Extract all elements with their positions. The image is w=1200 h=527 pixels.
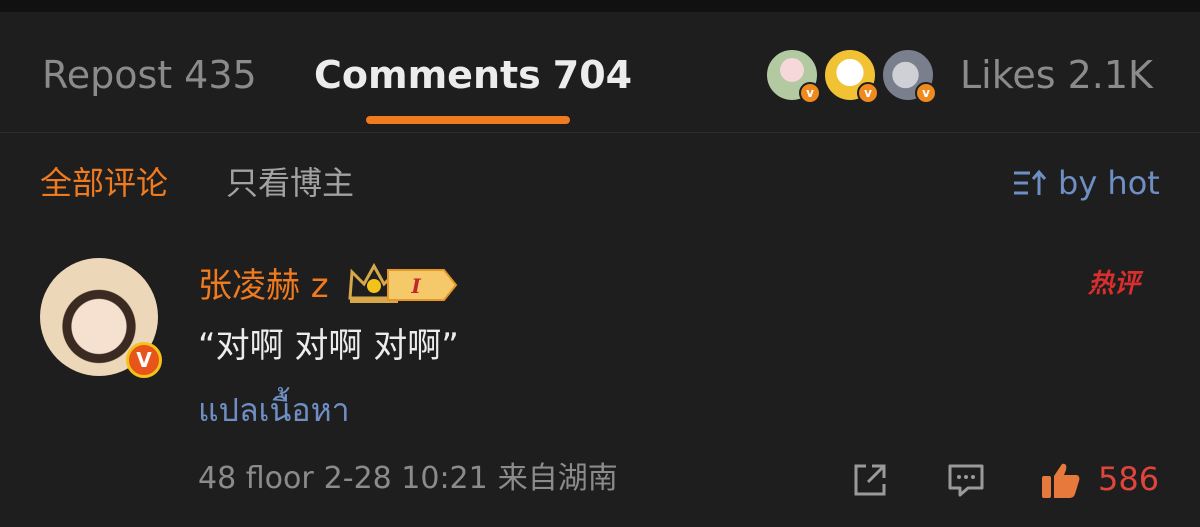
tab-likes[interactable]: Likes 2.1K [960, 52, 1153, 98]
liker-avatar[interactable]: v [823, 48, 879, 104]
tab-repost[interactable]: Repost 435 [42, 52, 257, 98]
comment-text: “对啊 对啊 对啊” [198, 326, 459, 366]
verified-badge: V [126, 342, 162, 378]
tab-likes-label: Likes [960, 53, 1056, 97]
filter-owner-only[interactable]: 只看博主 [226, 164, 354, 202]
verified-badge: v [915, 82, 937, 104]
divider [0, 132, 1200, 133]
sort-icon [1014, 169, 1047, 195]
share-icon[interactable] [850, 460, 890, 500]
comment-floor: 48 floor [198, 461, 314, 496]
tab-repost-count: 435 [184, 53, 257, 97]
tab-likes-count: 2.1K [1067, 53, 1153, 97]
active-tab-indicator [366, 116, 570, 124]
tab-bar: Repost 435 Comments 704 v v v Likes 2.1K [0, 12, 1200, 132]
thumbs-up-icon[interactable] [1040, 460, 1082, 500]
comment-meta: 48 floor 2-28 10:21 来自湖南 [198, 460, 618, 498]
verified-badge: v [857, 82, 879, 104]
avatar[interactable]: V [40, 258, 162, 378]
comment-location: 来自湖南 [497, 461, 618, 496]
sort-button[interactable]: by hot [1012, 164, 1160, 202]
liker-avatar[interactable]: v [765, 48, 821, 104]
level-badge-text: I [410, 274, 421, 298]
sort-label: by hot [1058, 164, 1160, 202]
level-badge: I [387, 269, 458, 301]
verified-badge: v [799, 82, 821, 104]
tab-comments[interactable]: Comments 704 [314, 52, 632, 98]
translate-link[interactable]: แปลเนื้อหา [198, 390, 350, 430]
hot-comment-badge: 热评 [1088, 269, 1141, 299]
top-status-strip [0, 0, 1200, 12]
comment-icon[interactable] [946, 460, 986, 500]
filter-all-comments[interactable]: 全部评论 [40, 164, 168, 202]
tab-comments-count: 704 [552, 53, 633, 97]
tab-repost-label: Repost [42, 53, 173, 97]
tab-comments-label: Comments [314, 53, 541, 97]
liker-avatar[interactable]: v [881, 48, 937, 104]
like-count: 586 [1098, 460, 1160, 498]
comment-username[interactable]: 张凌赫 z [198, 266, 329, 306]
comment-date: 2-28 10:21 [323, 461, 488, 496]
